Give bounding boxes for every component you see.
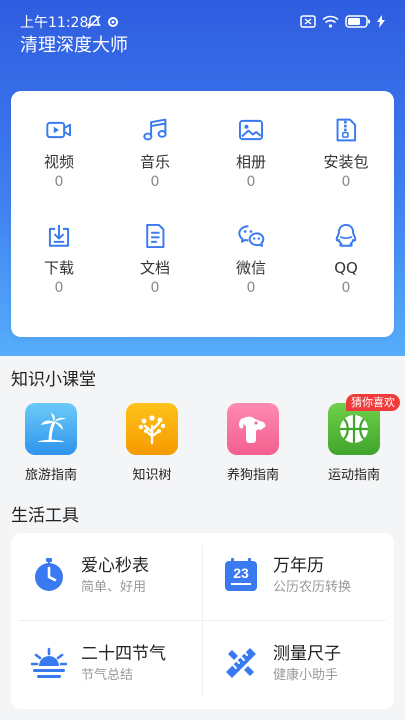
calendar-day: 23 — [233, 565, 249, 581]
category-music[interactable]: 音乐 0 — [107, 91, 203, 191]
tool-title: 测量尺子 — [273, 644, 341, 664]
course-label: 运动指南 — [327, 468, 380, 483]
charging-bolt-icon — [377, 15, 385, 28]
course-label: 知识树 — [132, 468, 172, 483]
apk-package-icon — [336, 118, 357, 142]
tool-title: 爱心秒表 — [81, 556, 149, 576]
course-label: 养狗指南 — [226, 468, 279, 483]
category-label: 音乐 — [139, 153, 170, 171]
qq-icon — [335, 223, 357, 247]
category-apk[interactable]: 安装包 0 — [298, 91, 394, 191]
category-count: 0 — [54, 174, 64, 190]
tool-calendar[interactable]: 23 万年历 公历农历转换 — [203, 533, 393, 619]
category-album[interactable]: 相册 0 — [203, 91, 299, 191]
tool-title: 万年历 — [273, 556, 324, 576]
file-category-card: 视频 0 音乐 0 相册 0 安装包 0 下载 0 文档 0 微信 0 QQ 0 — [11, 91, 394, 337]
wechat-icon — [238, 225, 265, 247]
category-count: 0 — [246, 174, 256, 190]
category-count: 0 — [54, 280, 64, 296]
course-knowledge-tree[interactable]: 知识树 — [107, 403, 197, 485]
no-sim-icon — [300, 15, 316, 28]
tool-subtitle: 公历农历转换 — [273, 580, 352, 595]
category-count: 0 — [341, 280, 351, 296]
category-label: 安装包 — [323, 153, 369, 171]
settings-gear-icon — [108, 17, 118, 27]
category-label: 相册 — [235, 153, 266, 171]
tool-solar-terms[interactable]: 二十四节气 节气总结 — [11, 621, 201, 707]
category-label: QQ — [334, 259, 358, 277]
category-label: 视频 — [43, 153, 74, 171]
course-label: 旅游指南 — [24, 468, 77, 483]
stopwatch-icon — [35, 558, 63, 591]
tool-stopwatch[interactable]: 爱心秒表 简单、好用 — [11, 533, 201, 619]
category-label: 下载 — [43, 259, 74, 277]
knowledge-section-title: 知识小课堂 — [11, 370, 96, 390]
app-title: 清理深度大师 — [20, 35, 128, 56]
document-icon — [146, 223, 165, 249]
palm-tree-icon — [25, 403, 77, 455]
category-wechat[interactable]: 微信 0 — [203, 197, 299, 297]
category-label: 微信 — [235, 259, 266, 277]
status-time: 上午11:28 — [20, 15, 89, 31]
tool-ruler[interactable]: 测量尺子 健康小助手 — [203, 621, 393, 707]
category-count: 0 — [150, 174, 160, 190]
dog-icon — [227, 403, 279, 455]
recommend-badge: 猜你喜欢 — [346, 394, 400, 411]
category-count: 0 — [341, 174, 351, 190]
silent-bell-icon — [87, 15, 101, 29]
tool-title: 二十四节气 — [81, 644, 166, 664]
status-bar: 上午11:28 — [0, 0, 405, 34]
life-tools-card: 爱心秒表 简单、好用 23 万年历 公历农历转换 二十四节气 节气总结 测量尺子… — [11, 533, 394, 709]
category-download[interactable]: 下载 0 — [11, 197, 107, 297]
tools-section-title: 生活工具 — [11, 506, 79, 526]
category-label: 文档 — [139, 259, 170, 277]
category-count: 0 — [246, 280, 256, 296]
music-icon — [143, 118, 167, 141]
battery-icon — [345, 15, 370, 28]
wifi-icon — [322, 15, 339, 28]
category-video[interactable]: 视频 0 — [11, 91, 107, 191]
category-document[interactable]: 文档 0 — [107, 197, 203, 297]
category-qq[interactable]: QQ 0 — [298, 197, 394, 297]
tool-subtitle: 简单、好用 — [81, 580, 147, 595]
calendar-icon: 23 — [225, 558, 257, 591]
course-dog-guide[interactable]: 养狗指南 — [208, 403, 298, 485]
album-icon — [238, 119, 264, 141]
tool-subtitle: 节气总结 — [81, 668, 134, 683]
course-travel-guide[interactable]: 旅游指南 — [6, 403, 96, 485]
tree-icon — [126, 403, 178, 455]
course-sport-guide[interactable]: 运动指南 — [309, 403, 399, 485]
download-icon — [48, 224, 70, 247]
video-icon — [46, 121, 72, 139]
tool-subtitle: 健康小助手 — [273, 668, 339, 683]
sunrise-icon — [31, 647, 67, 678]
ruler-icon — [226, 648, 256, 678]
category-count: 0 — [150, 280, 160, 296]
